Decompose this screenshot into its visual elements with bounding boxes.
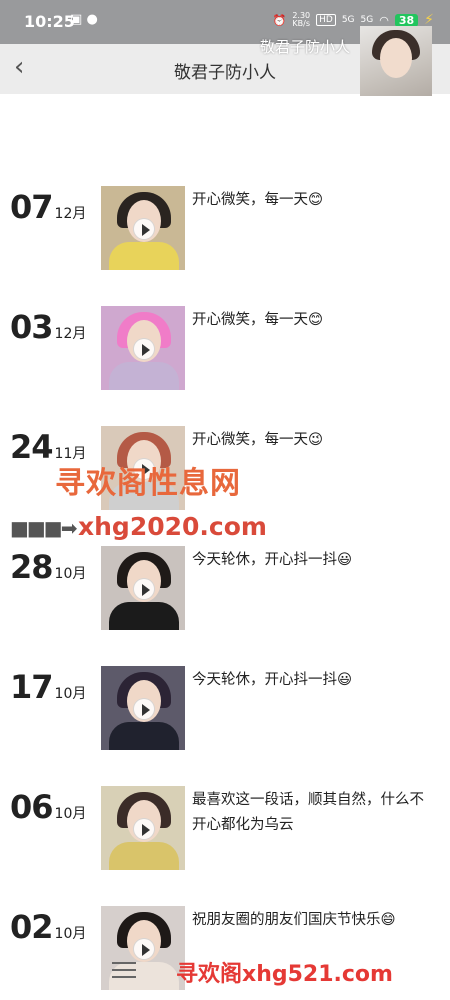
wechat-icon: ●	[86, 12, 98, 27]
wifi-icon: ◠	[379, 13, 389, 27]
feed-item[interactable]: 28 10月 今天轮休，开心抖一抖😃	[0, 546, 450, 632]
battery-level: 38	[394, 13, 419, 27]
post-day: 28	[10, 548, 54, 586]
arrow-right-icon: ■■■➡	[10, 516, 77, 540]
feed-item[interactable]: 03 12月 开心微笑，每一天😊	[0, 306, 450, 392]
watermark-bottom: 寻欢阁xhg521.com	[176, 962, 393, 987]
post-caption: 开心微笑，每一天😊	[192, 312, 324, 328]
status-time: 10:25	[24, 12, 75, 31]
post-month: 12月	[54, 206, 87, 222]
post-date: 02 10月	[10, 908, 100, 946]
post-caption: 开心微笑，每一天😊	[192, 192, 324, 208]
post-day: 02	[10, 908, 54, 946]
feed-item[interactable]: 06 10月 最喜欢这一段话，顺其自然，什么不开心都化为乌云	[0, 786, 450, 872]
status-left-icons: ▣ ●	[70, 12, 98, 27]
post-day: 17	[10, 668, 54, 706]
post-caption: 今天轮休，开心抖一抖😃	[192, 672, 353, 688]
video-thumbnail[interactable]	[101, 186, 185, 270]
play-icon[interactable]	[133, 338, 155, 360]
post-caption: 祝朋友圈的朋友们国庆节快乐😄	[192, 912, 396, 928]
post-date: 06 10月	[10, 788, 100, 826]
post-day: 07	[10, 188, 54, 226]
watermark-text: 寻欢阁性息网	[55, 466, 241, 501]
profile-avatar[interactable]	[360, 26, 432, 96]
post-date: 17 10月	[10, 668, 100, 706]
signal-sim2: 5G	[360, 15, 374, 25]
play-icon[interactable]	[133, 818, 155, 840]
video-thumbnail[interactable]	[101, 786, 185, 870]
notification-icon: ▣	[70, 12, 83, 27]
video-thumbnail[interactable]	[101, 306, 185, 390]
profile-name: 敬君子防小人	[259, 38, 350, 56]
post-month: 10月	[54, 926, 87, 942]
post-month: 10月	[54, 686, 87, 702]
video-thumbnail[interactable]	[101, 546, 185, 630]
post-month: 10月	[54, 806, 87, 822]
hd-badge: HD	[316, 14, 336, 26]
play-icon[interactable]	[133, 218, 155, 240]
post-caption: 最喜欢这一段话，顺其自然，什么不开心都化为乌云	[192, 792, 424, 833]
network-rate: 2.30 KB/s	[292, 11, 311, 28]
post-day: 24	[10, 428, 54, 466]
signal-sim1: 5G	[341, 15, 355, 25]
video-thumbnail[interactable]	[101, 666, 185, 750]
play-icon[interactable]	[133, 578, 155, 600]
watermark-url: xhg2020.com	[78, 512, 267, 541]
post-month: 12月	[54, 326, 87, 342]
play-icon[interactable]	[133, 698, 155, 720]
post-caption: 今天轮休，开心抖一抖😃	[192, 552, 353, 568]
post-date: 03 12月	[10, 308, 100, 346]
post-month: 10月	[54, 566, 87, 582]
alarm-icon: ⏰	[272, 13, 287, 27]
post-date: 07 12月	[10, 188, 100, 226]
post-day: 06	[10, 788, 54, 826]
hamburger-menu-icon[interactable]	[112, 962, 136, 980]
post-date: 28 10月	[10, 548, 100, 586]
play-icon[interactable]	[133, 938, 155, 960]
feed-item[interactable]: 17 10月 今天轮休，开心抖一抖😃	[0, 666, 450, 752]
post-caption: 开心微笑，每一天😉	[192, 432, 324, 448]
feed-item[interactable]: 07 12月 开心微笑，每一天😊	[0, 186, 450, 272]
post-day: 03	[10, 308, 54, 346]
